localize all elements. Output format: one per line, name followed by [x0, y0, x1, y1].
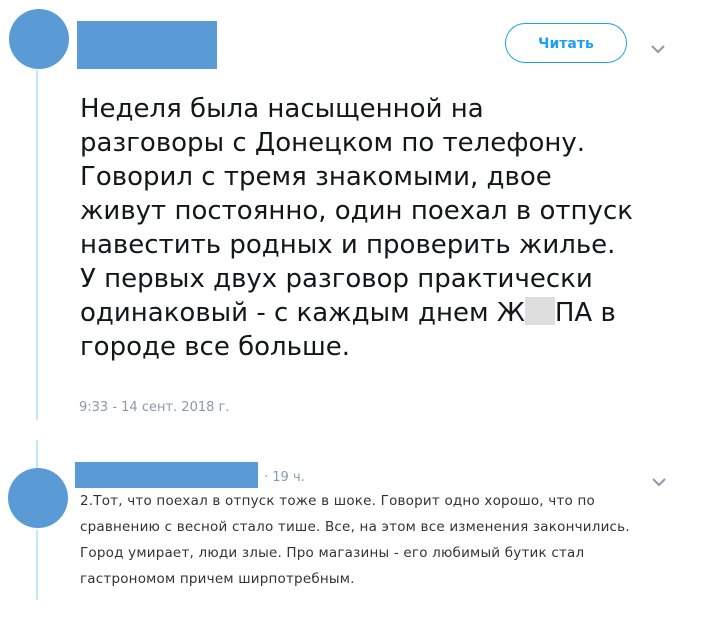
author-name-redacted[interactable]	[77, 21, 217, 69]
avatar[interactable]	[9, 9, 69, 69]
tweet-text-part-1: Неделя была насыщенной на разговоры с До…	[80, 94, 633, 328]
follow-button[interactable]: Читать	[505, 23, 627, 63]
tweet-timestamp[interactable]: 9:33 - 14 сент. 2018 г.	[79, 400, 229, 415]
thread-line-top	[36, 70, 38, 420]
reply-time[interactable]: · 19 ч.	[264, 470, 305, 485]
tweet-text: Неделя была насыщенной на разговоры с До…	[80, 92, 690, 364]
thread-line-middle	[36, 440, 38, 468]
reply-text: 2.Тот, что поехал в отпуск тоже в шоке. …	[80, 493, 630, 587]
reply-avatar[interactable]	[8, 468, 68, 528]
thread-line-bottom	[36, 530, 38, 600]
chevron-down-icon[interactable]	[650, 40, 666, 59]
reply-author-name-redacted[interactable]	[75, 462, 258, 488]
censored-letters	[524, 297, 555, 325]
